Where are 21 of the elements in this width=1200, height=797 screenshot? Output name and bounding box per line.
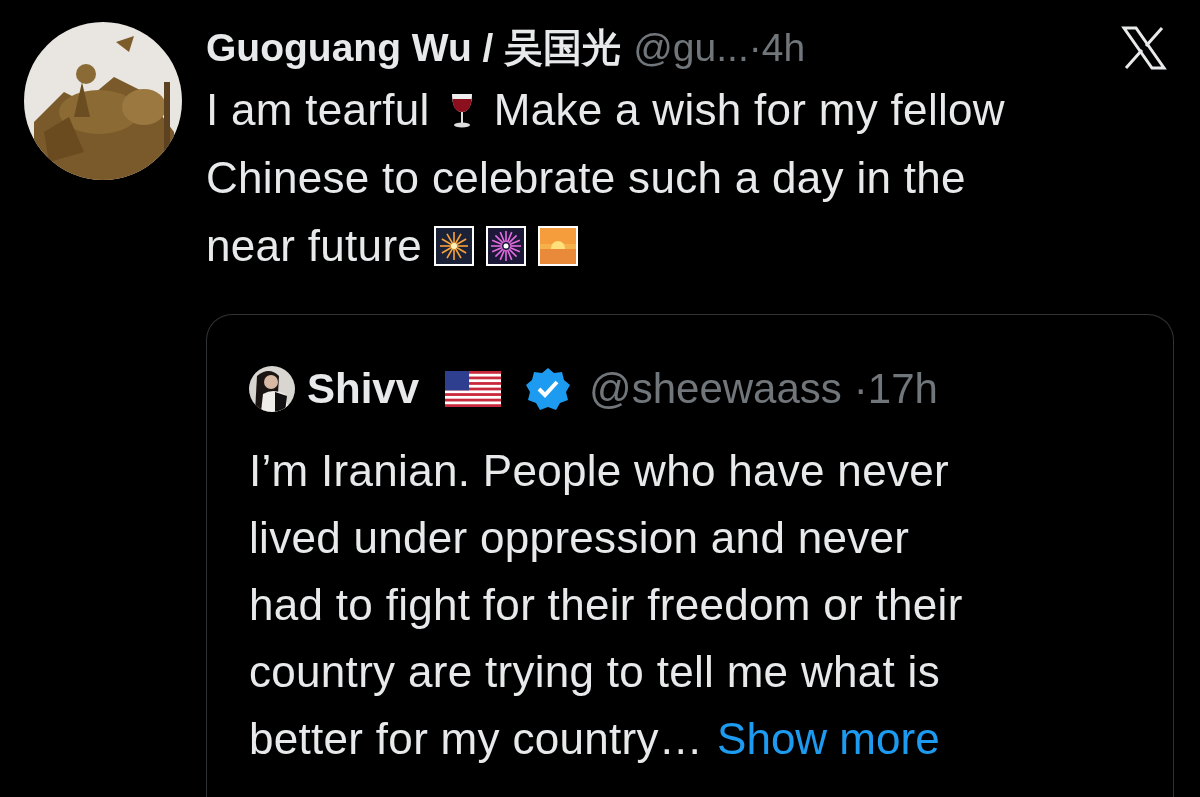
x-logo-icon — [1120, 26, 1168, 70]
show-more-link[interactable]: Show more — [717, 713, 940, 764]
quoted-author-name[interactable]: Shivv — [307, 365, 420, 413]
quoted-author-handle[interactable]: @sheewaass — [589, 365, 842, 413]
quoted-post-text: better for my country… — [249, 713, 704, 764]
sunrise-icon — [538, 226, 579, 266]
author-name[interactable]: Guoguang Wu / 吴国光 — [206, 21, 622, 75]
quoted-post-text: had to fight for their freedom or their — [249, 579, 963, 630]
quoted-post-text: lived under oppression and never — [249, 512, 910, 563]
post-text: Make a wish for my fellow — [493, 85, 1005, 135]
quoted-post-text: country are trying to tell me what is — [249, 646, 940, 697]
quoted-post-text: I’m Iranian. People who have never — [249, 445, 949, 496]
quoted-post-card[interactable]: Shivv @sheewaass ·17h I’m Iranian. People who have never lived under oppression and never had to fight for their freedom or their country are trying to tell me what is better for my country… Show more — [206, 314, 1174, 797]
author-handle[interactable]: @gu... — [633, 26, 749, 70]
fireworks-icon — [486, 226, 527, 266]
quoted-post-time: ·17h — [853, 365, 938, 413]
sparkler-icon — [434, 226, 475, 266]
post-time: ·4h — [748, 26, 806, 70]
post-text: Chinese to celebrate such a day in the — [206, 153, 966, 203]
post-text: I am tearful — [206, 85, 430, 135]
post-text: near future — [206, 221, 423, 271]
